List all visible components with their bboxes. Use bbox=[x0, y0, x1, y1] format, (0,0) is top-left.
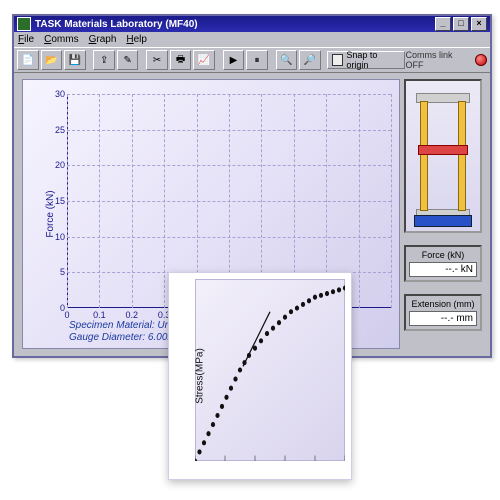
x-tick: 0 bbox=[64, 310, 69, 320]
y-tick: 20 bbox=[47, 160, 65, 170]
snap-label: Snap to origin bbox=[346, 50, 400, 70]
close-button[interactable]: × bbox=[471, 17, 487, 31]
force-value: --.- kN bbox=[409, 262, 477, 277]
extension-readout: Extension (mm) --.- mm bbox=[404, 294, 482, 331]
menu-file[interactable]: FFileile bbox=[18, 34, 34, 45]
export-icon[interactable]: ⇪ bbox=[93, 50, 115, 70]
save-icon[interactable]: 💾 bbox=[64, 50, 86, 70]
status-lamp-icon bbox=[475, 54, 487, 66]
y-tick: 30 bbox=[47, 89, 65, 99]
new-icon[interactable]: 📄 bbox=[17, 50, 39, 70]
side-panel: Force (kN) --.- kN Extension (mm) --.- m… bbox=[404, 79, 482, 348]
minimize-button[interactable]: _ bbox=[435, 17, 451, 31]
extension-value: --.- mm bbox=[409, 311, 477, 326]
comms-status: Comms link OFF bbox=[406, 50, 488, 70]
zoom-in-icon[interactable]: 🔍 bbox=[276, 50, 298, 70]
snap-to-origin-button[interactable]: Snap to origin bbox=[327, 51, 406, 69]
print-icon[interactable]: 🖶 bbox=[170, 50, 192, 70]
toolbar: 📄 📂 💾 ⇪ ✎ ✂ 🖶 📈 ▶ ⏸ 🔍 🔎 Snap to origin C… bbox=[14, 47, 490, 73]
x-tick: 0.1 bbox=[93, 310, 106, 320]
chart-icon[interactable]: 📈 bbox=[193, 50, 215, 70]
force-label: Force (kN) bbox=[409, 250, 477, 260]
target-icon bbox=[332, 54, 344, 66]
inset-chart: Stress(MPa) bbox=[168, 272, 352, 480]
app-icon bbox=[17, 17, 31, 31]
titlebar[interactable]: TASK Materials Laboratory (MF40) _ □ × bbox=[14, 16, 490, 32]
menu-comms[interactable]: Comms bbox=[44, 34, 78, 45]
zoom-out-icon[interactable]: 🔎 bbox=[299, 50, 321, 70]
rig-illustration bbox=[404, 79, 482, 233]
extension-label: Extension (mm) bbox=[409, 299, 477, 309]
y-tick: 0 bbox=[47, 303, 65, 313]
pencil-icon[interactable]: ✎ bbox=[117, 50, 139, 70]
menu-help[interactable]: Help bbox=[126, 34, 147, 45]
x-tick: 0.2 bbox=[126, 310, 139, 320]
inset-svg bbox=[195, 279, 345, 461]
y-tick: 25 bbox=[47, 125, 65, 135]
y-tick: 15 bbox=[47, 196, 65, 206]
comms-status-text: Comms link OFF bbox=[406, 50, 472, 70]
title-text: TASK Materials Laboratory (MF40) bbox=[35, 19, 198, 30]
open-icon[interactable]: 📂 bbox=[41, 50, 63, 70]
run-icon[interactable]: ▶ bbox=[223, 50, 245, 70]
maximize-button[interactable]: □ bbox=[453, 17, 469, 31]
cut-icon[interactable]: ✂ bbox=[146, 50, 168, 70]
y-tick: 5 bbox=[47, 267, 65, 277]
menu-graph[interactable]: Graph bbox=[89, 34, 117, 45]
menubar: FFileile Comms Graph Help bbox=[14, 32, 490, 47]
pause-icon[interactable]: ⏸ bbox=[246, 50, 268, 70]
force-readout: Force (kN) --.- kN bbox=[404, 245, 482, 282]
y-tick: 10 bbox=[47, 232, 65, 242]
